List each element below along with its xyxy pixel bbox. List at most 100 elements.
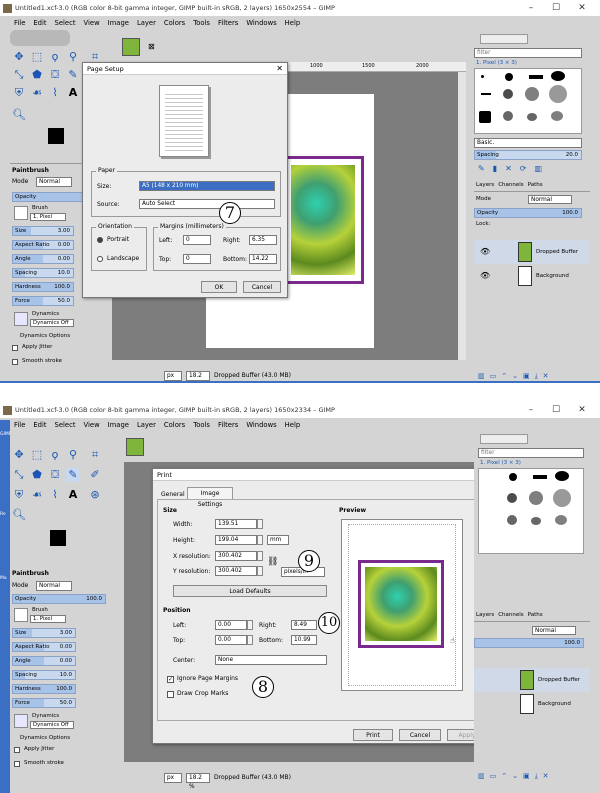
paintbrush-icon[interactable]: ✎ bbox=[66, 68, 80, 82]
menu-file[interactable]: File bbox=[14, 19, 25, 27]
close-icon[interactable]: ✕ bbox=[571, 0, 593, 16]
menu-view[interactable]: View bbox=[84, 421, 100, 429]
transform-icon[interactable]: ⤡ bbox=[12, 68, 26, 82]
mode-select[interactable]: Normal bbox=[36, 177, 72, 187]
menu-filters[interactable]: Filters bbox=[218, 421, 238, 429]
unit-select[interactable]: px bbox=[164, 370, 182, 381]
layer-mode-select[interactable]: Normal bbox=[532, 626, 576, 635]
fuzzy-select-icon[interactable]: ⚲ bbox=[66, 50, 80, 64]
menu-image[interactable]: Image bbox=[108, 19, 129, 27]
close-icon[interactable]: ✕ bbox=[571, 402, 593, 418]
x-resolution-input[interactable]: 300.402 bbox=[215, 551, 257, 561]
layer-opacity-slider[interactable]: 100.0 bbox=[474, 638, 584, 648]
force-slider[interactable]: Force 50.0 bbox=[12, 296, 74, 306]
hardness-slider[interactable]: Hardness 100.0 bbox=[12, 684, 76, 694]
smudge-icon[interactable]: ☙ bbox=[30, 86, 44, 100]
margin-left-input[interactable]: 0 bbox=[183, 235, 211, 245]
margin-right-input[interactable]: 6.35 bbox=[249, 235, 277, 245]
page-setup-cancel-button[interactable]: Cancel bbox=[243, 281, 281, 293]
left-spinner[interactable] bbox=[247, 620, 253, 630]
warp-icon[interactable]: ⬟ bbox=[30, 468, 44, 482]
lasso-icon[interactable]: ϙ bbox=[48, 50, 62, 64]
brush-name[interactable]: 1. Pixel bbox=[30, 615, 66, 623]
size-slider[interactable]: Size 3.00 bbox=[12, 226, 74, 236]
menu-colors[interactable]: Colors bbox=[164, 421, 185, 429]
minimize-icon[interactable]: – bbox=[520, 0, 542, 16]
warp-icon[interactable]: ⬟ bbox=[30, 68, 44, 82]
page-setup-close-icon[interactable]: ✕ bbox=[276, 63, 283, 75]
brush-name[interactable]: 1. Pixel bbox=[30, 213, 66, 221]
position-left-input[interactable]: 0.00 bbox=[215, 620, 247, 630]
smooth-stroke-checkbox[interactable] bbox=[12, 359, 18, 365]
dynamics-options[interactable]: Dynamics Options bbox=[20, 333, 70, 339]
brush-spacing-slider[interactable]: Spacing 20.0 bbox=[474, 150, 582, 160]
image-tab-thumbnail[interactable] bbox=[122, 38, 140, 56]
close-tab-icon[interactable]: ⊠ bbox=[148, 42, 155, 51]
dynamics-options[interactable]: Dynamics Options bbox=[20, 735, 70, 741]
foreground-color-swatch[interactable] bbox=[50, 530, 66, 546]
paintbrush-icon[interactable]: ✎ bbox=[66, 468, 80, 482]
dynamics-preview[interactable] bbox=[14, 714, 28, 728]
maximize-icon[interactable]: ☐ bbox=[545, 402, 567, 418]
portrait-radio[interactable] bbox=[97, 237, 103, 243]
tab-image-settings[interactable]: Image Settings bbox=[187, 487, 233, 508]
chain-link-icon[interactable]: ⛓︎ bbox=[267, 557, 278, 567]
text-tool-icon[interactable]: A bbox=[66, 86, 80, 100]
print-button[interactable]: Print bbox=[353, 729, 393, 741]
fill-icon[interactable]: ⛋ bbox=[48, 68, 62, 82]
zoom-select[interactable]: 18.2 % bbox=[186, 370, 210, 381]
tab-channels[interactable]: Channels bbox=[498, 182, 523, 191]
page-setup-ok-button[interactable]: OK bbox=[201, 281, 237, 293]
size-slider[interactable]: Size 3.00 bbox=[12, 628, 76, 638]
angle-slider[interactable]: Angle 0.00 bbox=[12, 656, 76, 666]
path-icon[interactable]: ⌇ bbox=[48, 86, 62, 100]
tab-layers[interactable]: Layers bbox=[476, 182, 494, 191]
brushes-grid[interactable] bbox=[478, 468, 584, 554]
brush-preset-select[interactable]: Basic. bbox=[474, 138, 582, 148]
tab-paths[interactable]: Paths bbox=[528, 182, 543, 191]
path-icon[interactable]: ⌇ bbox=[48, 488, 62, 502]
layer-opacity-slider[interactable]: Opacity 100.0 bbox=[474, 208, 582, 218]
y-resolution-input[interactable]: 300.402 bbox=[215, 566, 257, 576]
fuzzy-select-icon[interactable]: ⚲ bbox=[66, 448, 80, 462]
hardness-slider[interactable]: Hardness 100.0 bbox=[12, 282, 74, 292]
rect-select-icon[interactable]: ⬚ bbox=[30, 448, 44, 462]
height-input[interactable]: 199.04 bbox=[215, 535, 257, 545]
paper-source-select[interactable]: Auto Select bbox=[139, 199, 275, 209]
ignore-margins-checkbox[interactable]: ✓ bbox=[167, 676, 174, 683]
margin-top-input[interactable]: 0 bbox=[183, 254, 211, 264]
center-select[interactable]: None bbox=[215, 655, 327, 665]
menu-select[interactable]: Select bbox=[55, 421, 76, 429]
force-slider[interactable]: Force 50.0 bbox=[12, 698, 76, 708]
menu-layer[interactable]: Layer bbox=[137, 421, 156, 429]
layer-background[interactable]: Background bbox=[474, 692, 590, 716]
brush-filter-input[interactable]: filter bbox=[478, 448, 584, 458]
size-unit-select[interactable]: mm bbox=[267, 535, 289, 545]
draw-crop-checkbox[interactable] bbox=[167, 691, 174, 698]
paper-size-select[interactable]: A5 (148 x 210 mm) bbox=[139, 181, 275, 191]
layer-dropped-buffer[interactable]: 👁︎ Dropped Buffer bbox=[474, 240, 590, 264]
menu-edit[interactable]: Edit bbox=[33, 19, 46, 27]
menu-select[interactable]: Select bbox=[55, 19, 76, 27]
position-bottom-input[interactable]: 10.99 bbox=[291, 635, 317, 645]
menu-view[interactable]: View bbox=[84, 19, 100, 27]
move-tool-icon[interactable]: ✥ bbox=[12, 448, 26, 462]
tab-paths[interactable]: Paths bbox=[528, 612, 543, 621]
dynamics-name[interactable]: Dynamics Off bbox=[30, 319, 74, 327]
visibility-eye-icon[interactable]: 👁︎ bbox=[480, 271, 490, 280]
menu-windows[interactable]: Windows bbox=[246, 19, 276, 27]
dynamics-preview[interactable] bbox=[14, 312, 28, 326]
layer-mode-select[interactable]: Normal bbox=[528, 195, 572, 204]
apply-jitter-checkbox[interactable] bbox=[14, 747, 20, 753]
menu-image[interactable]: Image bbox=[108, 421, 129, 429]
top-vertical-scrollbar[interactable] bbox=[458, 72, 466, 360]
angle-slider[interactable]: Angle 0.00 bbox=[12, 254, 74, 264]
menu-layer[interactable]: Layer bbox=[137, 19, 156, 27]
measure-icon[interactable]: ⊛ bbox=[88, 488, 102, 502]
move-tool-icon[interactable]: ✥ bbox=[12, 50, 26, 64]
mode-select[interactable]: Normal bbox=[36, 581, 72, 591]
pencil-icon[interactable]: ✐ bbox=[88, 468, 102, 482]
tab-layers[interactable]: Layers bbox=[476, 612, 494, 621]
landscape-radio[interactable] bbox=[97, 256, 103, 262]
layer-dropped-buffer[interactable]: Dropped Buffer bbox=[474, 668, 590, 692]
